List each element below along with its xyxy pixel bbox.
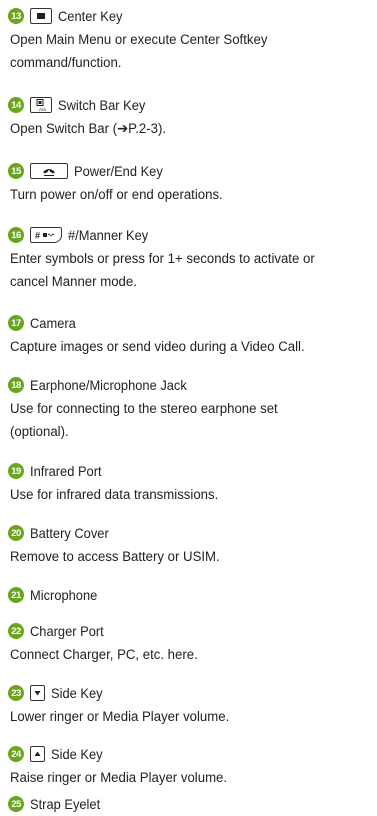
entry-title-line: 13 Center Key <box>8 6 373 26</box>
number-badge: 21 <box>8 587 24 603</box>
entry-18: 18 Earphone/Microphone Jack Use for conn… <box>8 375 373 444</box>
entry-title: Infrared Port <box>30 463 102 479</box>
center-key-icon <box>30 8 52 24</box>
svg-text:#: # <box>35 231 40 241</box>
entry-title-line: 19 Infrared Port <box>8 461 373 481</box>
entry-title: Center Key <box>58 8 123 24</box>
entry-15: 15 Power/End Key Turn power on/off or en… <box>8 161 373 207</box>
entry-title: Battery Cover <box>30 525 109 541</box>
entry-17: 17 Camera Capture images or send video d… <box>8 313 373 359</box>
entry-title: Earphone/Microphone Jack <box>30 377 187 393</box>
number-badge: 24 <box>8 746 24 762</box>
entry-title-line: 16 # #/Manner Key <box>8 225 373 245</box>
number-badge: 22 <box>8 623 24 639</box>
entry-title-line: 24 Side Key <box>8 744 373 764</box>
entry-description: Capture images or send video during a Vi… <box>10 339 305 355</box>
entry-title-line: 22 Charger Port <box>8 621 373 641</box>
number-badge: 19 <box>8 463 24 479</box>
entry-title-line: 25 Strap Eyelet <box>8 794 373 814</box>
entry-title: Power/End Key <box>74 163 163 179</box>
entry-description: Lower ringer or Media Player volume. <box>10 709 230 725</box>
entry-13: 13 Center Key Open Main Menu or execute … <box>8 6 373 75</box>
entry-description: Raise ringer or Media Player volume. <box>10 770 228 786</box>
entry-title: #/Manner Key <box>68 227 149 243</box>
switch-bar-key-icon: A/a <box>30 97 52 113</box>
entry-title: Side Key <box>51 685 103 701</box>
entry-title-line: 21 Microphone <box>8 585 373 605</box>
number-badge: 15 <box>8 163 24 179</box>
number-badge: 16 <box>8 227 24 243</box>
entry-description: Remove to access Battery or USIM. <box>10 549 220 565</box>
number-badge: 13 <box>8 8 24 24</box>
entry-title: Camera <box>30 315 76 331</box>
number-badge: 14 <box>8 97 24 113</box>
number-badge: 23 <box>8 685 24 701</box>
entry-description: Turn power on/off or end operations. <box>10 187 223 203</box>
entry-title-line: 14 A/a Switch Bar Key <box>8 95 373 115</box>
entry-21: 21 Microphone <box>8 585 373 605</box>
entry-description: Open Main Menu or execute Center Softkey… <box>10 32 268 71</box>
entry-19: 19 Infrared Port Use for infrared data t… <box>8 461 373 507</box>
entry-20: 20 Battery Cover Remove to access Batter… <box>8 523 373 569</box>
entry-16: 16 # #/Manner Key Enter symbols or press… <box>8 225 373 294</box>
power-end-key-icon <box>30 163 68 179</box>
entry-title-line: 23 Side Key <box>8 683 373 703</box>
hash-manner-key-icon: # <box>30 227 62 243</box>
entry-title-line: 17 Camera <box>8 313 373 333</box>
entry-title: Charger Port <box>30 623 104 639</box>
entry-title-line: 20 Battery Cover <box>8 523 373 543</box>
entry-title: Strap Eyelet <box>30 796 101 812</box>
entry-description: Connect Charger, PC, etc. here. <box>10 647 198 663</box>
entry-25: 25 Strap Eyelet <box>8 794 373 814</box>
number-badge: 20 <box>8 525 24 541</box>
entry-description: Enter symbols or press for 1+ seconds to… <box>10 251 315 290</box>
entry-23: 23 Side Key Lower ringer or Media Player… <box>8 683 373 729</box>
entry-description: Open Switch Bar (➔P.2-3). <box>10 121 167 137</box>
entry-22: 22 Charger Port Connect Charger, PC, etc… <box>8 621 373 667</box>
entry-title: Switch Bar Key <box>58 97 146 113</box>
side-key-down-icon <box>30 685 45 701</box>
entry-description: Use for connecting to the stereo earphon… <box>10 401 278 440</box>
entry-14: 14 A/a Switch Bar Key Open Switch Bar (➔… <box>8 95 373 141</box>
number-badge: 18 <box>8 377 24 393</box>
svg-text:A/a: A/a <box>39 107 46 112</box>
entry-24: 24 Side Key Raise ringer or Media Player… <box>8 744 373 790</box>
entry-description: Use for infrared data transmissions. <box>10 487 219 503</box>
side-key-up-icon <box>30 746 45 762</box>
entry-title-line: 15 Power/End Key <box>8 161 373 181</box>
number-badge: 25 <box>8 796 24 812</box>
number-badge: 17 <box>8 315 24 331</box>
entry-title: Side Key <box>51 746 103 762</box>
entry-title-line: 18 Earphone/Microphone Jack <box>8 375 373 395</box>
entry-title: Microphone <box>30 587 98 603</box>
